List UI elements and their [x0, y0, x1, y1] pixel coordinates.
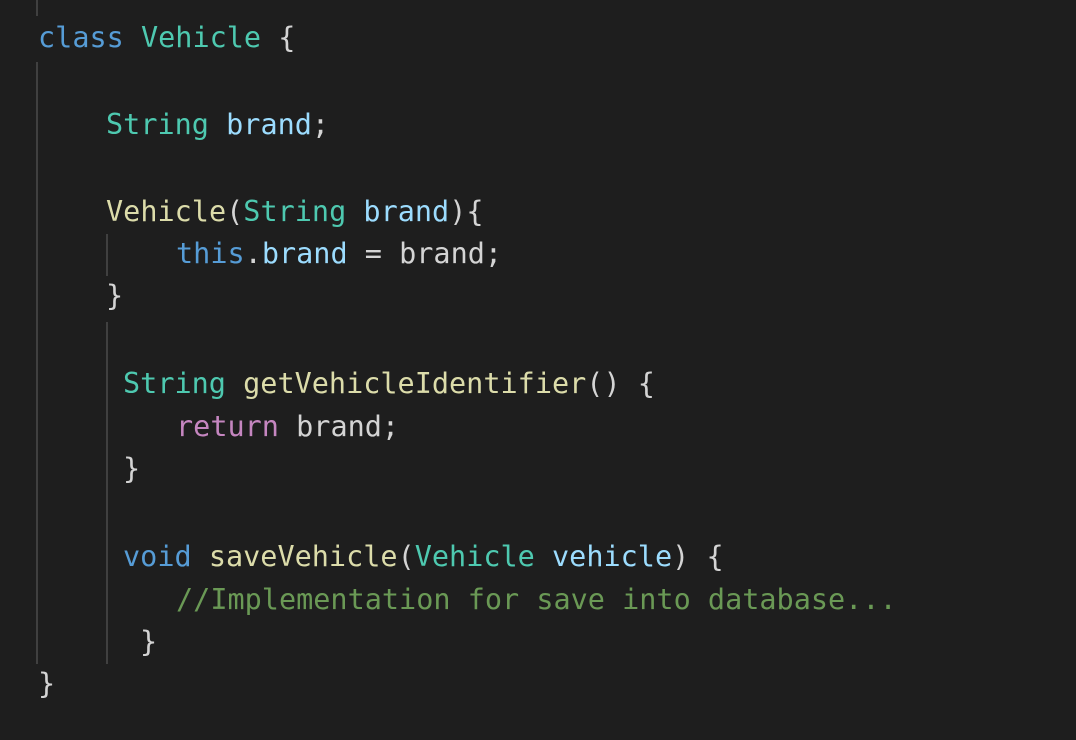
- code-line: String getVehicleIdentifier() {: [123, 364, 655, 404]
- code-line: String brand;: [106, 105, 329, 145]
- close-paren-brace: ){: [449, 195, 484, 228]
- param-name: brand: [363, 195, 450, 228]
- comment: //Implementation for save into database.…: [176, 583, 897, 616]
- close-paren-brace: ) {: [672, 540, 724, 573]
- open-paren: (: [397, 540, 415, 573]
- field-name: brand: [226, 108, 312, 141]
- class-name: Vehicle: [140, 21, 262, 54]
- close-brace: }: [106, 279, 124, 312]
- indent-guide: [36, 62, 38, 664]
- open-brace: {: [278, 21, 296, 54]
- indent-guide: [106, 322, 108, 664]
- return-type: String: [123, 367, 226, 400]
- indent-guide: [36, 0, 38, 16]
- code-line: return brand;: [176, 407, 399, 447]
- code-line: class Vehicle {: [38, 18, 295, 58]
- semicolon: ;: [311, 108, 330, 141]
- code-line: }: [106, 276, 123, 316]
- keyword-this: this: [176, 237, 245, 270]
- close-brace: }: [140, 625, 158, 658]
- open-paren: (: [226, 195, 244, 228]
- return-value: brand;: [296, 410, 400, 443]
- keyword-void: void: [123, 540, 192, 573]
- code-line: }: [140, 622, 157, 662]
- code-editor[interactable]: class Vehicle { String brand; Vehicle(St…: [0, 0, 1076, 740]
- method-name: getVehicleIdentifier: [243, 367, 587, 400]
- method-name: saveVehicle: [208, 540, 398, 573]
- dot: .: [244, 237, 262, 270]
- code-line: Vehicle(String brand){: [106, 192, 484, 232]
- field-type: String: [106, 108, 209, 141]
- code-line: }: [123, 449, 140, 489]
- param-type: Vehicle: [414, 540, 535, 573]
- constructor-name: Vehicle: [106, 195, 227, 228]
- param-type: String: [243, 195, 347, 228]
- keyword-class: class: [38, 21, 124, 54]
- code-line: //Implementation for save into database.…: [176, 580, 897, 620]
- indent-guide: [106, 234, 108, 276]
- close-brace: }: [38, 667, 56, 700]
- code-line: void saveVehicle(Vehicle vehicle) {: [123, 537, 724, 577]
- close-brace: }: [123, 452, 141, 485]
- method-parens: () {: [586, 367, 655, 400]
- code-line: this.brand = brand;: [176, 234, 502, 274]
- code-line: }: [38, 664, 55, 704]
- assign: =: [347, 237, 400, 270]
- param-name: vehicle: [552, 540, 673, 573]
- assign-value: brand;: [399, 237, 503, 270]
- keyword-return: return: [176, 410, 279, 443]
- this-field: brand: [261, 237, 348, 270]
